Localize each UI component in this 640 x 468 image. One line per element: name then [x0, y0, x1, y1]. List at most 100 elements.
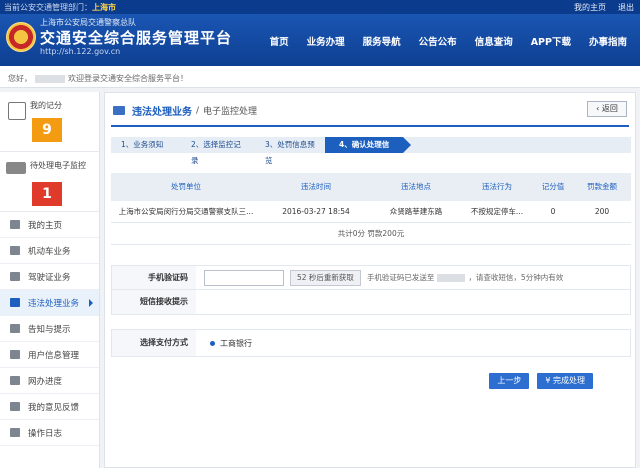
payment-option-label: 工商银行: [220, 338, 252, 348]
step-1: 1、业务须知: [111, 137, 177, 153]
step-4-active: 4、确认处理信息: [325, 137, 411, 165]
radio-selected-icon[interactable]: [210, 340, 215, 346]
payment-method-row: 选择支付方式 工商银行: [111, 329, 631, 357]
sidebar-item-home[interactable]: 我的主页: [0, 212, 99, 238]
sidebar-item-license[interactable]: 驾驶证业务: [0, 264, 99, 290]
step-2: 2、选择监控记录: [177, 137, 251, 165]
cell-location: 众贤路莘建东路: [389, 207, 443, 216]
main-nav: 首页 业务办理 服务导航 公告公布 信息查询 APP下载 办事指南: [261, 34, 636, 48]
sidebar-item-vehicle[interactable]: 机动车业务: [0, 238, 99, 264]
payment-option-icbc[interactable]: 工商银行: [210, 338, 252, 349]
score-card[interactable]: 我的记分 9: [0, 92, 99, 152]
masked-username: [35, 74, 65, 83]
police-emblem-icon: [6, 22, 36, 52]
sms-hint-pre: 手机验证码已发送至: [366, 273, 435, 282]
breadcrumb-main[interactable]: 违法处理业务: [132, 103, 192, 118]
cell-points: 0: [550, 207, 556, 216]
home-icon: [10, 220, 20, 229]
masked-phone: [437, 273, 466, 282]
col-points: 记分值: [541, 182, 565, 191]
sidebar-item-user-info[interactable]: 用户信息管理: [0, 342, 99, 368]
nav-home[interactable]: 首页: [261, 34, 298, 48]
feedback-icon: [10, 402, 20, 411]
col-violation-behavior: 违法行为: [482, 182, 512, 191]
my-home-link[interactable]: 我的主页: [574, 2, 606, 13]
progress-icon: [10, 376, 20, 385]
payment-label: 选择支付方式: [112, 330, 196, 356]
sidebar-item-label: 操作日志: [28, 428, 63, 439]
title-divider: [111, 125, 629, 127]
truck-icon: [113, 106, 125, 115]
cell-unit: 上海市公安局闵行分局交通警察支队三...: [118, 207, 254, 216]
col-fine: 罚款金额: [587, 182, 617, 191]
welcome-text: 欢迎登录交通安全综合服务平台！: [68, 74, 188, 83]
sidebar-item-log[interactable]: 操作日志: [0, 420, 99, 446]
score-label: 我的记分: [30, 101, 62, 110]
table-summary: 共计0分 罚款200元: [111, 223, 631, 245]
nav-app-download[interactable]: APP下载: [522, 34, 580, 48]
sidebar: 我的记分 9 待处理电子监控 1 我的主页 机动车业务 驾驶证业务 违法处理业务…: [0, 92, 100, 468]
cell-behavior: 不按规定停车...: [470, 207, 524, 216]
license-icon: [10, 272, 20, 281]
step-label: 1、业务须知: [121, 140, 164, 149]
department-value[interactable]: 上海市: [92, 3, 116, 12]
sms-tip-label: 短信接收提示: [112, 290, 196, 314]
site-url: http://sh.122.gov.cn: [40, 47, 121, 56]
sidebar-item-label: 我的主页: [28, 220, 63, 231]
table-row: 上海市公安局闵行分局交通警察支队三... 2016-03-27 18:54 众贤…: [111, 201, 631, 223]
camera-icon: [6, 162, 26, 174]
nav-guide[interactable]: 办事指南: [580, 34, 636, 48]
camera-icon: [10, 298, 20, 307]
user-icon: [10, 350, 20, 359]
sidebar-item-label: 驾驶证业务: [28, 272, 71, 283]
sms-code-row: 手机验证码 52 秒后重新获取 手机验证码已发送至 ，请查收短信，5分钟内有效: [112, 266, 630, 290]
chevron-right-icon: [89, 299, 93, 307]
score-badge: 9: [32, 118, 62, 142]
sidebar-item-label: 网办进度: [28, 376, 63, 387]
department-label: 当前公安交通管理部门：: [4, 3, 92, 12]
main-panel: 违法处理业务 / 电子监控处理 ‹ 返回 1、业务须知 2、选择监控记录 3、处…: [104, 92, 636, 468]
sidebar-item-violation[interactable]: 违法处理业务: [0, 290, 99, 316]
prev-step-button[interactable]: 上一步: [489, 373, 530, 389]
sidebar-item-label: 告知与提示: [28, 324, 71, 335]
car-icon: [10, 246, 20, 255]
sms-tip-row: 短信接收提示: [112, 290, 630, 314]
nav-service-guide[interactable]: 服务导航: [354, 34, 410, 48]
sidebar-item-progress[interactable]: 网办进度: [0, 368, 99, 394]
nav-announcements[interactable]: 公告公布: [410, 34, 466, 48]
greeting: 您好，: [8, 74, 32, 83]
col-penalty-unit: 处罚单位: [171, 182, 201, 191]
site-header: 上海市公安局交通警察总队 交通安全综合服务管理平台 http://sh.122.…: [0, 14, 640, 66]
cell-fine: 200: [594, 207, 610, 216]
nav-business[interactable]: 业务办理: [298, 34, 354, 48]
log-icon: [10, 428, 20, 437]
step-indicator: 1、业务须知 2、选择监控记录 3、处罚信息预览 4、确认处理信息: [111, 137, 631, 165]
top-strip: 当前公安交通管理部门：上海市 我的主页 退出: [0, 0, 640, 14]
step-3: 3、处罚信息预览: [251, 137, 325, 165]
breadcrumb: 违法处理业务 / 电子监控处理: [113, 103, 257, 118]
nav-info-query[interactable]: 信息查询: [466, 34, 522, 48]
finish-button[interactable]: ¥ 完成处理: [537, 373, 593, 389]
sidebar-item-feedback[interactable]: 我的意见反馈: [0, 394, 99, 420]
logout-link[interactable]: 退出: [618, 2, 634, 13]
finish-label: 完成处理: [553, 376, 585, 385]
col-violation-location: 违法地点: [401, 182, 431, 191]
pending-label: 待处理电子监控: [30, 161, 86, 170]
sidebar-item-label: 违法处理业务: [28, 298, 80, 309]
welcome-bar: 您好， 欢迎登录交通安全综合服务平台！: [0, 66, 640, 88]
sms-code-input[interactable]: [204, 269, 284, 286]
sidebar-item-notice[interactable]: 告知与提示: [0, 316, 99, 342]
resend-code-button[interactable]: 52 秒后重新获取: [290, 269, 361, 286]
cell-time: 2016-03-27 18:54: [282, 207, 350, 216]
action-buttons: 上一步 ¥ 完成处理: [489, 373, 593, 389]
department-selector[interactable]: 当前公安交通管理部门：上海市: [4, 2, 116, 13]
sms-code-label: 手机验证码: [112, 266, 196, 289]
pending-monitor-card[interactable]: 待处理电子监控 1: [0, 152, 99, 212]
table-header: 处罚单位 违法时间 违法地点 违法行为 记分值 罚款金额: [111, 173, 631, 201]
sidebar-item-label: 机动车业务: [28, 246, 71, 257]
breadcrumb-separator: /: [196, 105, 200, 116]
sms-hint-post: ，请查收短信，5分钟内有效: [468, 273, 564, 282]
back-button[interactable]: ‹ 返回: [587, 101, 627, 117]
step-label: 3、处罚信息预览: [265, 140, 315, 165]
back-label: 返回: [601, 104, 618, 113]
